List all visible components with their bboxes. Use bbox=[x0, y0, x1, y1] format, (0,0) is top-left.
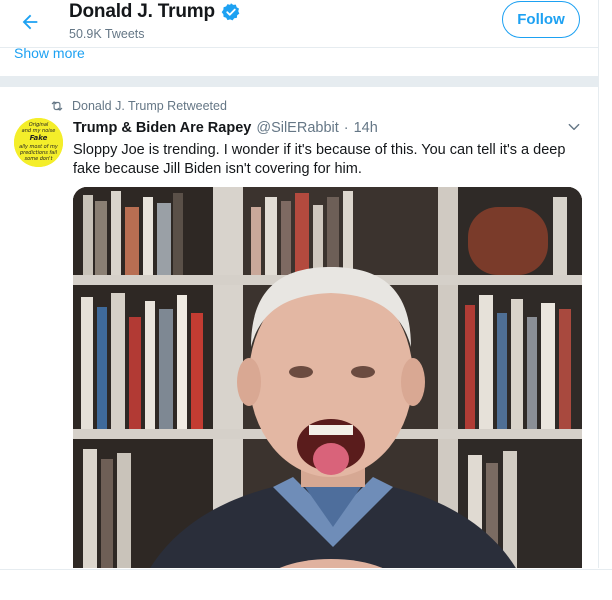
chevron-down-icon bbox=[568, 123, 580, 131]
retweet-context: Donald J. Trump Retweeted bbox=[50, 99, 227, 113]
meta-separator: · bbox=[343, 120, 349, 136]
avatar[interactable]: Original and my noise Fake ally most of … bbox=[14, 118, 63, 167]
section-separator bbox=[0, 76, 598, 87]
profile-header: Donald J. Trump 50.9K Tweets Follow bbox=[0, 0, 598, 44]
author-name[interactable]: Trump & Biden Are Rapey bbox=[73, 120, 251, 136]
header-divider bbox=[0, 47, 598, 48]
author-handle[interactable]: @SilERabbit bbox=[256, 120, 338, 136]
tweet-text: Sloppy Joe is trending. I wonder if it's… bbox=[73, 142, 566, 177]
retweet-icon bbox=[50, 99, 64, 113]
tweet-author-row: Trump & Biden Are Rapey @SilERabbit · 14… bbox=[73, 120, 378, 136]
show-more-link[interactable]: Show more bbox=[14, 45, 85, 61]
follow-button[interactable]: Follow bbox=[502, 1, 580, 38]
arrow-left-icon bbox=[22, 14, 38, 30]
tweet-media-image[interactable] bbox=[73, 187, 582, 568]
timeline-column: Donald J. Trump 50.9K Tweets Follow Show… bbox=[0, 0, 599, 568]
avatar-text-line: some don't bbox=[25, 156, 54, 162]
page-bottom bbox=[0, 569, 612, 600]
tweet-options-button[interactable] bbox=[565, 118, 583, 136]
avatar-text-line: Fake bbox=[30, 134, 48, 142]
page-title: Donald J. Trump bbox=[69, 1, 215, 22]
verified-badge-icon bbox=[221, 2, 241, 22]
retweet-label[interactable]: Donald J. Trump Retweeted bbox=[72, 99, 227, 113]
video-thumbnail bbox=[73, 187, 582, 568]
tweet-count: 50.9K Tweets bbox=[69, 27, 145, 41]
back-button[interactable] bbox=[12, 4, 48, 40]
tweet-timestamp[interactable]: 14h bbox=[354, 120, 378, 136]
